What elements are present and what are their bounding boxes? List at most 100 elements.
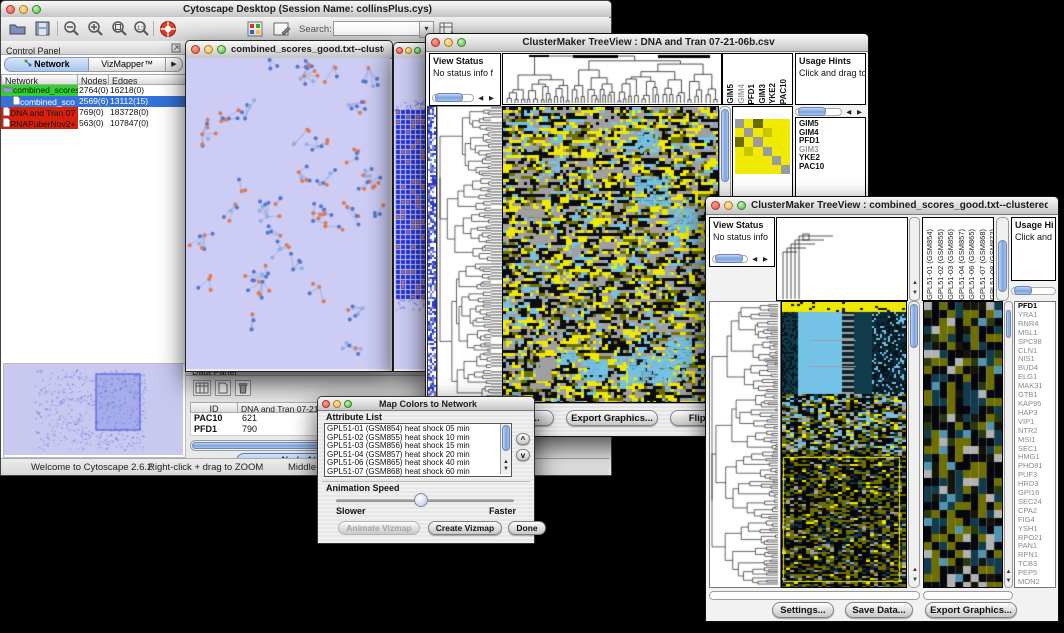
minimize-button[interactable] [204, 45, 213, 54]
scroll-up-arrow[interactable]: ▲ [911, 280, 919, 286]
matrix-cell[interactable] [772, 128, 781, 137]
animate-vizmap-button[interactable]: Animate Vizmap [338, 521, 420, 535]
zoom-button[interactable] [344, 400, 352, 408]
scroll-up-arrow[interactable]: ▲ [502, 459, 510, 465]
tab-network[interactable]: Network [4, 57, 89, 72]
attribute-listbox[interactable]: GPL51-01 (GSM854) heat shock 05 minGPL51… [324, 423, 512, 477]
zoom-fit-icon[interactable]: 1:1 [133, 21, 149, 37]
float-panel-icon[interactable] [171, 43, 181, 53]
matrix-cell[interactable] [763, 165, 772, 174]
matrix-cell[interactable] [753, 128, 762, 137]
close-button[interactable] [322, 400, 330, 408]
tv2-save-data-button[interactable]: Save Data... [845, 602, 913, 618]
tv2-export-graphics-button[interactable]: Export Graphics... [925, 602, 1017, 618]
close-button[interactable] [431, 38, 440, 47]
zoom-button[interactable] [737, 201, 746, 210]
matrix-cell[interactable] [744, 156, 753, 165]
tv2-status-scrollbar[interactable] [712, 255, 748, 263]
tv1-status-scrollbar[interactable] [432, 94, 474, 102]
tabs-more-button[interactable]: ▶ [166, 57, 183, 72]
matrix-cell[interactable] [772, 119, 781, 128]
zoom-button[interactable] [217, 45, 226, 54]
tv1-heatmap-panel[interactable] [502, 106, 719, 403]
zoom-in-icon[interactable] [87, 21, 103, 37]
help-lifebuoy-icon[interactable] [159, 20, 177, 38]
matrix-cell[interactable] [735, 128, 744, 137]
tv2-column-dendrogram-panel[interactable] [776, 217, 908, 301]
new-attribute-icon[interactable] [215, 380, 231, 396]
scroll-down-arrow[interactable]: ▼ [502, 466, 510, 472]
tv1-heatmap-canvas[interactable] [503, 107, 718, 402]
matrix-cell[interactable] [772, 156, 781, 165]
treeview2-titlebar[interactable]: ClusterMaker TreeView : combined_scores_… [706, 197, 1058, 215]
move-up-button[interactable]: ^ [516, 433, 530, 445]
matrix-cell[interactable] [744, 119, 753, 128]
vizmapper-icon[interactable] [247, 21, 263, 37]
tv1-row-dendrogram-canvas[interactable] [438, 107, 502, 402]
matrix-cell[interactable] [744, 165, 753, 174]
scroll-left-right-arrows[interactable]: ◀ ▶ [844, 108, 866, 116]
matrix-cell[interactable] [781, 119, 790, 128]
tv1-usage-scrollbar[interactable] [795, 108, 842, 116]
network-row-3[interactable]: DNA and Tran 07 769(0) 183728(0) [1, 107, 186, 118]
done-button[interactable]: Done [508, 521, 546, 535]
tv2-column-dendrogram-canvas[interactable] [777, 218, 907, 300]
minimize-button[interactable] [405, 47, 412, 54]
zoom-button[interactable] [457, 38, 466, 47]
table-view-icon[interactable] [193, 380, 211, 396]
create-vizmap-button[interactable]: Create Vizmap [428, 521, 502, 535]
tv2-settings-button[interactable]: Settings... [772, 602, 834, 618]
tab-vizmapper[interactable]: VizMapper™ [89, 57, 166, 72]
move-down-button[interactable]: v [516, 449, 530, 461]
tv1-zoom-heatmap-matrix[interactable] [735, 119, 790, 174]
matrix-cell[interactable] [753, 119, 762, 128]
tv2-hscrollbar-left[interactable] [709, 591, 920, 600]
tv2-labels-vscrollbar[interactable] [996, 217, 1009, 301]
save-icon[interactable] [35, 21, 50, 36]
network-row-1[interactable]: combined_scores_ 2764(0) 16218(0) [1, 85, 186, 96]
matrix-cell[interactable] [763, 147, 772, 156]
matrix-cell[interactable] [763, 156, 772, 165]
matrix-cell[interactable] [735, 119, 744, 128]
search-input[interactable] [333, 21, 421, 36]
matrix-cell[interactable] [772, 165, 781, 174]
tv2-row-dendrogram-panel[interactable] [709, 301, 781, 588]
network-navigator[interactable] [3, 363, 186, 458]
tv1-global-strip-canvas[interactable] [428, 107, 436, 402]
matrix-cell[interactable] [781, 137, 790, 146]
matrix-cell[interactable] [735, 165, 744, 174]
matrix-cell[interactable] [763, 137, 772, 146]
tv1-export-graphics-button[interactable]: Export Graphics... [566, 410, 658, 426]
close-button[interactable] [711, 201, 720, 210]
matrix-cell[interactable] [753, 147, 762, 156]
close-button[interactable] [6, 5, 15, 14]
tv1-global-strip[interactable] [427, 106, 437, 403]
scroll-left-right-arrows[interactable]: ◀ ▶ [476, 94, 498, 102]
open-file-icon[interactable] [9, 21, 26, 36]
matrix-cell[interactable] [781, 128, 790, 137]
matrix-cell[interactable] [735, 156, 744, 165]
tv2-zoom-heatmap-panel[interactable] [923, 301, 1003, 588]
scroll-down-arrow[interactable]: ▼ [1005, 578, 1012, 584]
matrix-cell[interactable] [781, 165, 790, 174]
network-row-4[interactable]: RNAPuberNov2+ 563(0) 107847(0) [1, 118, 186, 129]
minimize-button[interactable] [724, 201, 733, 210]
tv1-column-dendrogram-canvas[interactable] [503, 54, 721, 104]
matrix-cell[interactable] [772, 137, 781, 146]
navigator-canvas[interactable] [4, 364, 183, 455]
network-canvas[interactable] [186, 58, 390, 369]
delete-attribute-icon[interactable] [235, 380, 251, 396]
network-view-titlebar[interactable]: combined_scores_good.txt--cluste... [186, 41, 392, 59]
network-row-2[interactable]: combined_sco 2569(6) 13112(15) [1, 96, 186, 107]
scroll-up-arrow[interactable]: ▲ [1005, 569, 1012, 575]
zoom-button[interactable] [414, 47, 421, 54]
dialog-titlebar[interactable]: Map Colors to Network [318, 397, 534, 411]
matrix-cell[interactable] [772, 147, 781, 156]
scroll-up-arrow[interactable]: ▲ [911, 567, 919, 573]
matrix-cell[interactable] [753, 165, 762, 174]
scroll-left-right-arrows[interactable]: ◀ ▶ [750, 255, 772, 263]
tv2-hscrollbar-right[interactable] [923, 591, 1013, 600]
minimize-button[interactable] [19, 5, 28, 14]
minimize-button[interactable] [444, 38, 453, 47]
matrix-cell[interactable] [763, 119, 772, 128]
